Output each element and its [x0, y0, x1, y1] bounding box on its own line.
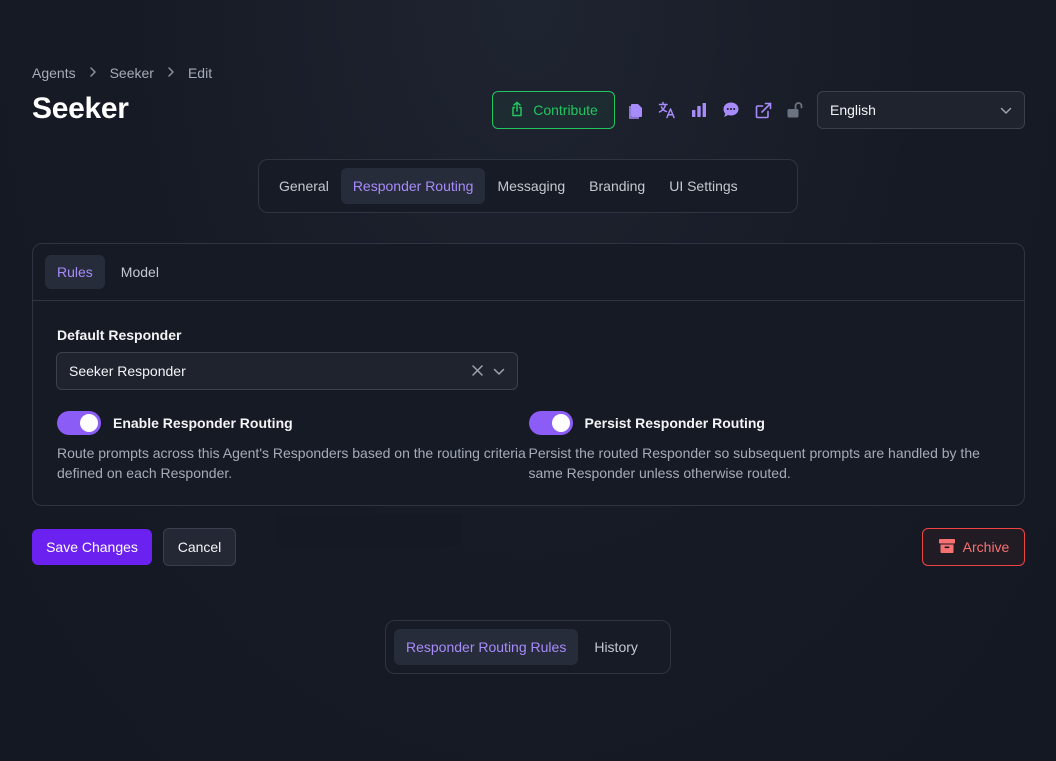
default-responder-select[interactable]: Seeker Responder	[56, 352, 518, 390]
archive-button[interactable]: Archive	[922, 528, 1025, 566]
tab-responder-routing[interactable]: Responder Routing	[340, 168, 486, 204]
tab-rules[interactable]: Rules	[45, 255, 105, 289]
chevron-down-icon	[493, 363, 505, 379]
tab-model[interactable]: Model	[109, 255, 171, 289]
background-shadow	[276, 514, 462, 546]
enable-routing-setting: Enable Responder Routing Route prompts a…	[57, 411, 529, 483]
chevron-down-icon	[1000, 102, 1012, 118]
language-value: English	[830, 102, 876, 118]
copy-icon[interactable]	[619, 91, 651, 129]
translate-icon[interactable]	[651, 91, 683, 129]
contribute-label: Contribute	[533, 102, 598, 118]
breadcrumb-edit: Edit	[187, 65, 213, 81]
unlock-icon[interactable]	[779, 91, 811, 129]
clear-icon[interactable]	[472, 363, 483, 379]
breadcrumb-agents[interactable]: Agents	[32, 65, 76, 81]
card-body: Default Responder Seeker Responder Enabl…	[33, 301, 1024, 507]
persist-routing-description: Persist the routed Responder so subseque…	[528, 445, 980, 481]
default-responder-value: Seeker Responder	[69, 363, 186, 379]
enable-routing-description: Route prompts across this Agent's Respon…	[57, 445, 526, 481]
tab-branding[interactable]: Branding	[577, 168, 657, 204]
tab-messaging[interactable]: Messaging	[485, 168, 577, 204]
cancel-button[interactable]: Cancel	[163, 528, 236, 566]
tab-general[interactable]: General	[267, 168, 341, 204]
persist-routing-toggle[interactable]	[528, 411, 573, 435]
external-link-icon[interactable]	[747, 91, 779, 129]
chevron-right-icon	[89, 66, 97, 80]
bar-chart-icon[interactable]	[683, 91, 715, 129]
contribute-button[interactable]: Contribute	[492, 91, 615, 129]
default-responder-label: Default Responder	[57, 327, 182, 343]
chat-bubble-icon[interactable]	[715, 91, 747, 129]
tab-ui-settings[interactable]: UI Settings	[657, 168, 749, 204]
page-title: Seeker	[32, 92, 129, 125]
tab-history[interactable]: History	[582, 629, 650, 665]
header-actions: Contribute English	[492, 91, 1025, 129]
archive-box-icon	[938, 538, 956, 557]
breadcrumb: Agents Seeker Edit	[32, 65, 212, 81]
persist-routing-label: Persist Responder Routing	[584, 415, 765, 431]
archive-label: Archive	[962, 539, 1010, 555]
share-upload-icon	[509, 101, 525, 120]
routing-card: Rules Model Default Responder Seeker Res…	[32, 243, 1025, 506]
main-tabs: General Responder Routing Messaging Bran…	[258, 159, 798, 213]
save-changes-button[interactable]: Save Changes	[32, 529, 152, 565]
tab-responder-routing-rules[interactable]: Responder Routing Rules	[394, 629, 579, 665]
enable-routing-toggle[interactable]	[57, 411, 101, 435]
language-select[interactable]: English	[817, 91, 1025, 129]
toggle-group: Enable Responder Routing Route prompts a…	[57, 411, 1000, 483]
card-tabs: Rules Model	[33, 244, 1024, 301]
chevron-right-icon	[167, 66, 175, 80]
enable-routing-label: Enable Responder Routing	[113, 415, 293, 431]
breadcrumb-seeker[interactable]: Seeker	[110, 65, 154, 81]
persist-routing-setting: Persist Responder Routing Persist the ro…	[528, 411, 1001, 483]
bottom-tabs: Responder Routing Rules History	[385, 620, 671, 674]
